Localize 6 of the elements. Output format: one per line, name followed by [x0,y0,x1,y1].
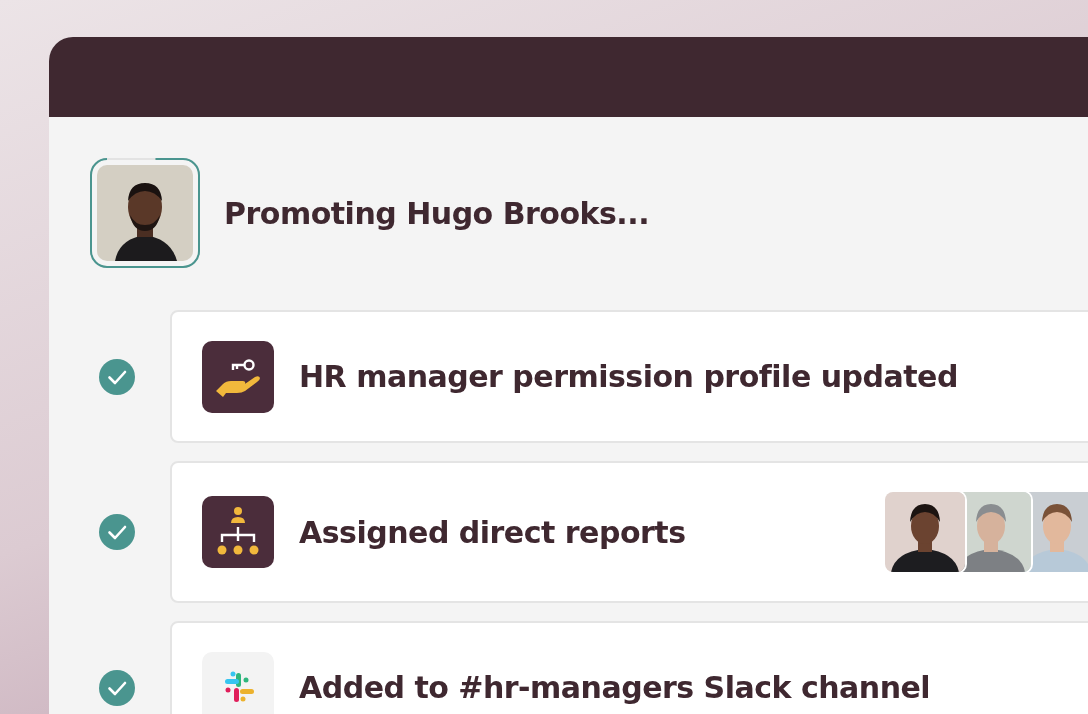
promotion-title: Promoting Hugo Brooks... [224,195,650,231]
hand-key-icon [202,340,274,413]
step-label: Assigned direct reports [299,514,686,550]
step-label: Added to #hr-managers Slack channel [299,670,931,705]
org-chart-icon [202,496,274,568]
step-label: HR manager permission profile updated [299,359,958,394]
